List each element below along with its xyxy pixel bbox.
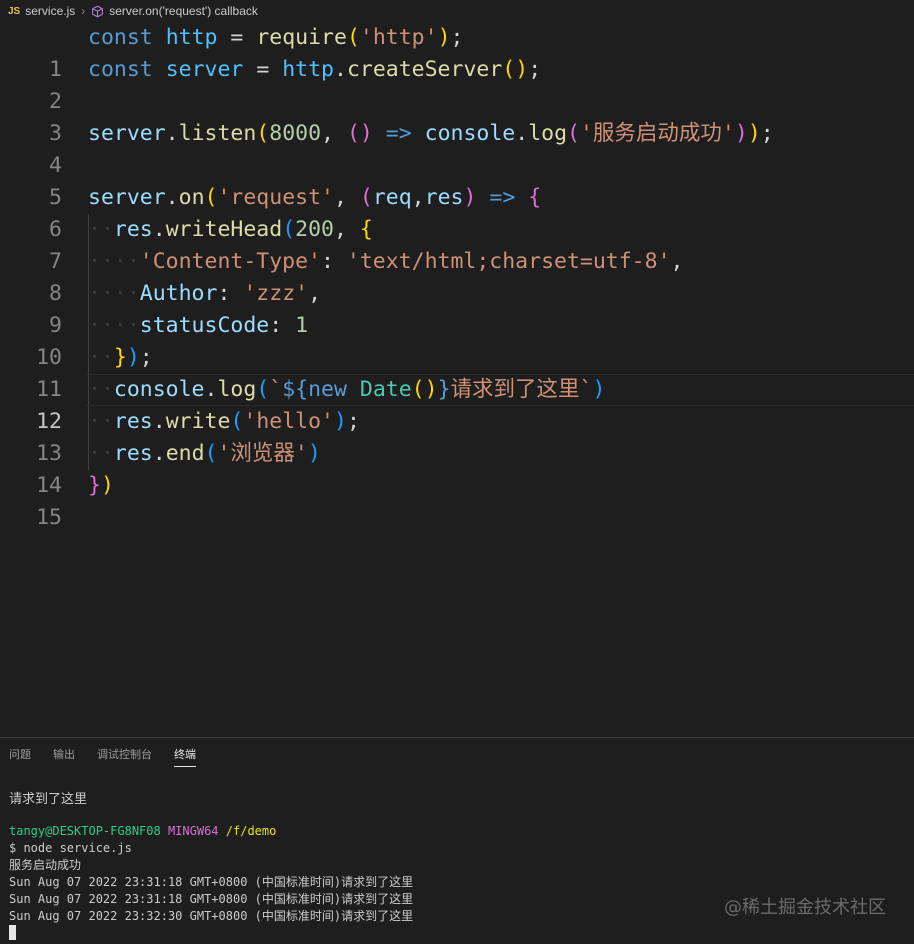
code-line[interactable]: 15 }) [0, 470, 914, 530]
terminal-path: /f/demo [225, 824, 277, 838]
code-line[interactable]: 13 ··res.write('hello'); [0, 406, 914, 466]
tab-terminal[interactable]: 终端 [174, 738, 196, 772]
watermark: @稀土掘金技术社区 [724, 897, 886, 918]
panel-output-text: 请求到了这里 [9, 791, 88, 806]
terminal-line: Sun Aug 07 2022 23:31:18 GMT+0800 (中国标准时… [9, 892, 414, 906]
code-line[interactable]: 5 [0, 150, 914, 210]
chevron-right-icon: › [81, 4, 86, 18]
terminal-cursor[interactable] [9, 925, 16, 940]
terminal-command: $ node service.js [9, 841, 132, 855]
terminal-line: Sun Aug 07 2022 23:31:18 GMT+0800 (中国标准时… [9, 875, 414, 889]
terminal-env: MINGW64 [167, 824, 219, 838]
tab-debug-console[interactable]: 调试控制台 [97, 738, 152, 772]
js-file-icon: JS [8, 5, 21, 17]
code-line[interactable]: 1 const http = require('http'); [0, 22, 914, 82]
terminal-prompt: tangy@DESKTOP-FG8NF08 MINGW64 /f/demo [9, 823, 276, 840]
code-editor[interactable]: 1 const http = require('http'); 2 const … [0, 22, 914, 736]
terminal-line: 服务启动成功 [9, 858, 82, 872]
code-line[interactable]: 11 ··}); [0, 342, 914, 402]
line-number: 15 [36, 505, 62, 530]
code-line[interactable]: 7 ··res.writeHead(200, { [0, 214, 914, 274]
code-line[interactable]: 2 const server = http.createServer(); [0, 54, 914, 114]
code-line-current[interactable]: 12 ··console.log(`${new Date()}请求到了这里`) [0, 374, 914, 434]
tab-problems[interactable]: 问题 [9, 738, 31, 772]
code-line[interactable]: 6 server.on('request', (req,res) => { [0, 182, 914, 242]
code-line[interactable]: 8 ····'Content-Type': 'text/html;charset… [0, 246, 914, 306]
breadcrumb-file[interactable]: service.js [25, 4, 75, 18]
breadcrumb: JS service.js › server.on('request') cal… [0, 0, 914, 22]
terminal-line: Sun Aug 07 2022 23:32:30 GMT+0800 (中国标准时… [9, 909, 414, 923]
symbol-method-icon [92, 5, 104, 17]
code-line[interactable]: 10 ····statusCode: 1 [0, 310, 914, 370]
code-line[interactable]: 4 server.listen(8000, () => console.log(… [0, 118, 914, 178]
code-line[interactable]: 14 ··res.end('浏览器') [0, 438, 914, 498]
terminal-user: tangy@DESKTOP-FG8NF08 [9, 824, 161, 838]
code-line[interactable]: 9 ····Author: 'zzz', [0, 278, 914, 338]
code-line[interactable]: 3 [0, 86, 914, 146]
panel-tabs: 问题 输出 调试控制台 终端 [0, 738, 218, 772]
breadcrumb-symbol[interactable]: server.on('request') callback [109, 4, 258, 18]
tab-output[interactable]: 输出 [53, 738, 75, 772]
